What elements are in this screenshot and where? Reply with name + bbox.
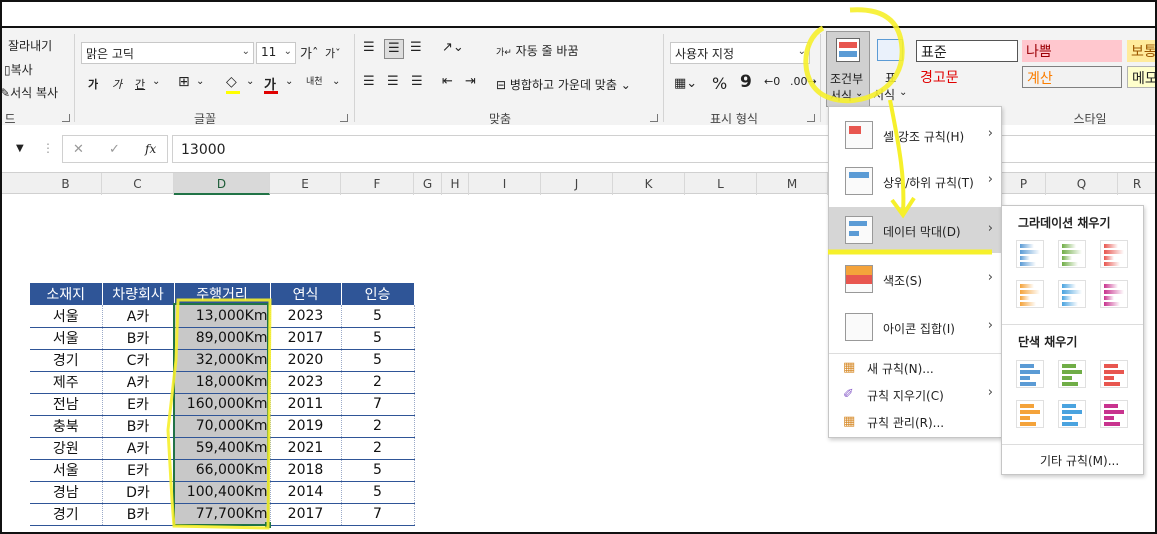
annotation-circle <box>803 7 905 104</box>
annotation-overlay <box>166 7 992 530</box>
annotation-column-outline <box>166 298 272 530</box>
annotation-arrow <box>888 99 906 213</box>
